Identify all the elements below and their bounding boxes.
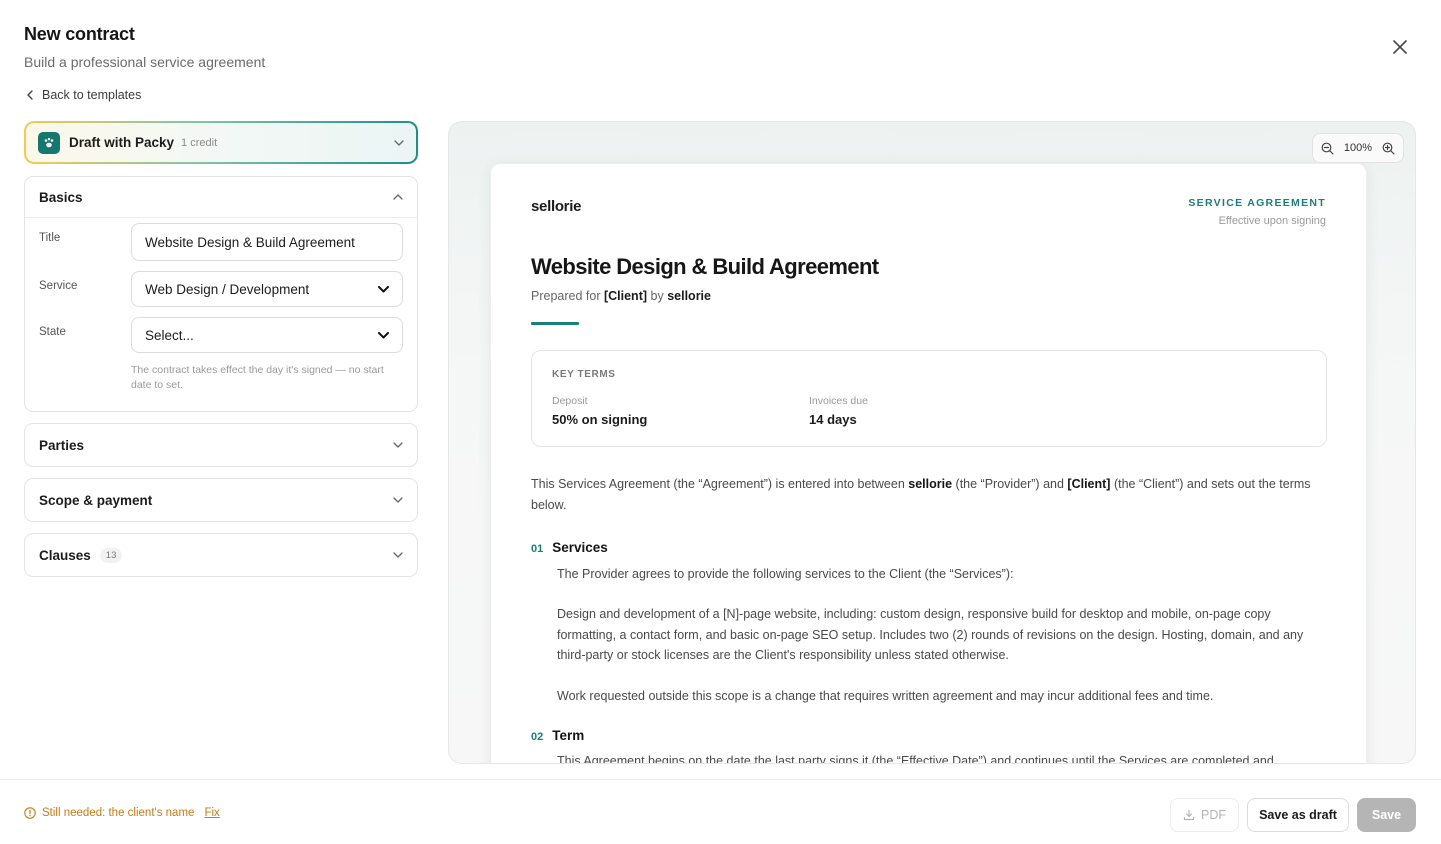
- parties-section[interactable]: Parties: [24, 423, 418, 467]
- chevron-down-icon: [378, 285, 389, 293]
- section-number: 02: [531, 731, 544, 743]
- document-prepared-for: Prepared for [Client] by sellorie: [531, 289, 711, 303]
- chevron-left-icon: [27, 90, 33, 100]
- basics-section-toggle[interactable]: Basics: [25, 177, 417, 218]
- chevron-up-icon: [393, 194, 403, 200]
- modal-footer: Still needed: the client's name Fix PDF …: [0, 779, 1441, 844]
- zoom-out-icon: [1321, 142, 1334, 155]
- zoom-level: 100%: [1343, 142, 1372, 154]
- prepared-prefix: Prepared for: [531, 289, 601, 303]
- document-brand: sellorie: [531, 198, 582, 215]
- state-select-value: Select...: [145, 327, 194, 343]
- service-label: Service: [39, 280, 78, 292]
- title-label: Title: [39, 232, 61, 244]
- chevron-down-icon: [378, 331, 389, 339]
- prepared-brand: sellorie: [667, 289, 711, 303]
- close-button[interactable]: [1389, 36, 1411, 58]
- chevron-down-icon: [393, 442, 403, 448]
- zoom-out-button[interactable]: [1321, 142, 1334, 155]
- service-select[interactable]: Web Design / Development: [131, 271, 403, 307]
- pdf-button-label: PDF: [1201, 808, 1226, 822]
- download-icon: [1183, 809, 1195, 821]
- warning-text: Still needed: the client's name: [42, 807, 195, 819]
- service-select-value: Web Design / Development: [145, 281, 310, 297]
- intro-text-a: This Services Agreement (the “Agreement”…: [531, 477, 905, 491]
- save-button[interactable]: Save: [1357, 798, 1416, 832]
- warning-icon: [24, 807, 36, 819]
- scope-payment-heading: Scope & payment: [39, 492, 153, 508]
- back-to-templates-link[interactable]: Back to templates: [26, 88, 141, 102]
- invoices-label: Invoices due: [809, 395, 868, 407]
- section-services-para-1: The Provider agrees to provide the follo…: [557, 567, 1014, 581]
- section-services-para-3: Work requested outside this scope is a c…: [557, 689, 1214, 703]
- invoices-value: 14 days: [809, 412, 857, 427]
- packy-credit-count: 1 credit: [181, 136, 218, 149]
- packy-label: Draft with Packy: [69, 135, 175, 150]
- deposit-term: Deposit 50% on signing: [552, 395, 647, 427]
- fix-link[interactable]: Fix: [204, 807, 219, 819]
- section-term-para-1: This Agreement begins on the date the la…: [557, 754, 1274, 764]
- close-icon: [1393, 40, 1407, 54]
- clauses-section-toggle[interactable]: Clauses 13: [25, 534, 417, 576]
- effective-date-hint: The contract takes effect the day it's s…: [131, 364, 384, 391]
- deposit-value: 50% on signing: [552, 412, 648, 427]
- prepared-client: [Client]: [603, 289, 648, 303]
- modal-header: New contract Build a professional servic…: [24, 24, 265, 70]
- scope-payment-section[interactable]: Scope & payment: [24, 478, 418, 522]
- contract-form-panel: Draft with Packy 1 credit Basics Title W…: [24, 121, 418, 577]
- clauses-heading: Clauses: [39, 547, 91, 563]
- parties-section-toggle[interactable]: Parties: [25, 424, 417, 466]
- missing-info-warning: Still needed: the client's name Fix: [24, 807, 220, 819]
- scope-payment-section-toggle[interactable]: Scope & payment: [25, 479, 417, 521]
- state-label: State: [39, 326, 66, 338]
- key-terms-box: KEY TERMS Deposit 50% on signing Invoice…: [531, 350, 1327, 447]
- agreement-intro: This Services Agreement (the “Agreement”…: [531, 474, 1321, 515]
- document-title: Website Design & Build Agreement: [531, 254, 879, 279]
- section-term-heading: 02 Term: [531, 728, 584, 743]
- zoom-control: 100%: [1311, 133, 1404, 163]
- parties-heading: Parties: [39, 437, 85, 453]
- clauses-section[interactable]: Clauses 13: [24, 533, 418, 577]
- pdf-button[interactable]: PDF: [1170, 798, 1239, 832]
- section-services-heading: 01 Services: [531, 540, 608, 555]
- title-input[interactable]: Website Design & Build Agreement: [131, 223, 403, 261]
- basics-heading: Basics: [39, 189, 83, 205]
- zoom-in-icon: [1382, 142, 1395, 155]
- title-accent-divider: [531, 322, 579, 325]
- section-title: Services: [552, 540, 608, 555]
- document-effective-note: Effective upon signing: [1218, 215, 1326, 227]
- zoom-in-button[interactable]: [1382, 142, 1395, 155]
- packy-paw-icon: [38, 131, 60, 154]
- basics-section: Basics Title Website Design & Build Agre…: [24, 176, 418, 412]
- chevron-down-icon: [393, 552, 403, 558]
- draft-with-packy-panel[interactable]: Draft with Packy 1 credit: [24, 121, 418, 164]
- prepared-by: by: [650, 289, 664, 303]
- document-type-label: SERVICE AGREEMENT: [1188, 197, 1326, 209]
- chevron-down-icon: [393, 497, 403, 503]
- title-input-value: Website Design & Build Agreement: [145, 234, 355, 250]
- section-number: 01: [531, 543, 544, 555]
- key-terms-heading: KEY TERMS: [552, 369, 616, 380]
- section-title: Term: [552, 728, 585, 743]
- invoices-term: Invoices due 14 days: [809, 395, 868, 427]
- chevron-down-icon: [394, 139, 404, 146]
- contract-preview: sellorie SERVICE AGREEMENT Effective upo…: [448, 121, 1416, 764]
- back-link-label: Back to templates: [42, 88, 142, 102]
- page-subtitle: Build a professional service agreement: [24, 54, 266, 70]
- clauses-count-badge: 13: [99, 547, 123, 563]
- intro-client: [Client]: [1067, 477, 1111, 491]
- intro-text-b: (the “Provider”) and: [955, 477, 1064, 491]
- deposit-label: Deposit: [552, 395, 588, 407]
- page-title: New contract: [24, 24, 135, 44]
- save-as-draft-button[interactable]: Save as draft: [1247, 798, 1349, 832]
- state-select[interactable]: Select...: [131, 317, 403, 353]
- intro-provider: sellorie: [908, 477, 953, 491]
- section-services-para-2: Design and development of a [N]-page web…: [557, 607, 1304, 662]
- contract-document: sellorie SERVICE AGREEMENT Effective upo…: [490, 163, 1367, 764]
